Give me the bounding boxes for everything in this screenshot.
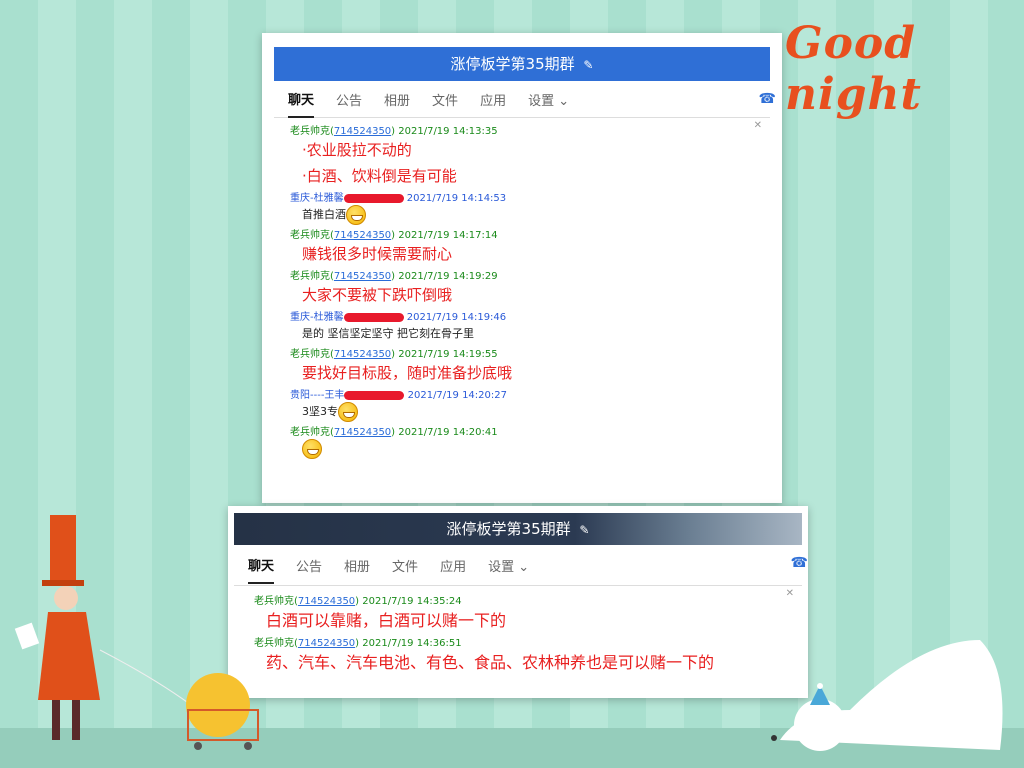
- group-title: 涨停板学第35期群: [450, 55, 575, 73]
- message-text: 大家不要被下跌吓倒哦: [302, 286, 453, 304]
- polar-bear-illustration: [771, 640, 1003, 751]
- edit-icon[interactable]: ✎: [579, 523, 589, 537]
- message-item: 老兵帅克(714524350) 2021/7/19 14:36:51 药、汽车、汽…: [254, 634, 782, 676]
- tab-bar: 聊天 公告 相册 文件 应用 设置 ⌄ ☎: [234, 545, 808, 586]
- sender-qq-link[interactable]: 714524350: [334, 230, 391, 241]
- message-item: 老兵帅克(714524350) 2021/7/19 14:19:55 要找好目标股…: [290, 345, 754, 386]
- tab-bar: 聊天 公告 相册 文件 应用 设置 ⌄ ☎: [274, 81, 776, 118]
- sender-qq-link[interactable]: 714524350: [298, 638, 355, 649]
- message-text: 首推白酒: [290, 204, 754, 226]
- redaction-mark: [343, 312, 404, 322]
- message-header: 老兵帅克(714524350) 2021/7/19 14:13:35: [290, 122, 754, 137]
- message-text: 药、汽车、汽车电池、有色、食品、农林种养也是可以赌一下的: [266, 653, 715, 672]
- message-time: 2021/7/19 14:36:51: [359, 638, 462, 649]
- message-item: 老兵帅克(714524350) 2021/7/19 14:35:24 白酒可以靠赌…: [254, 592, 782, 634]
- message-time: 2021/7/19 14:17:14: [395, 230, 498, 241]
- chat-window-2: 涨停板学第35期群 ✎ 聊天 公告 相册 文件 应用 设置 ⌄ ☎ ✕ 老兵帅克(71452…: [228, 506, 808, 698]
- message-item: 老兵帅克(714524350) 2021/7/19 14:20:41: [290, 423, 754, 460]
- message-time: 2021/7/19 14:19:29: [395, 271, 498, 282]
- message-time: 2021/7/19 14:20:41: [395, 427, 498, 438]
- message-text: [290, 438, 754, 460]
- tab-3[interactable]: 相册: [344, 548, 370, 583]
- sender-name[interactable]: 重庆-杜雅馨: [290, 312, 344, 323]
- message-item: 重庆-杜雅馨 2021/7/19 14:19:46 是的 坚信坚定坚守 把它刻在骨…: [290, 308, 754, 345]
- tab-6[interactable]: 设置 ⌄: [488, 548, 529, 583]
- message-time: 2021/7/19 14:20:27: [404, 390, 507, 401]
- message-item: 老兵帅克(714524350) 2021/7/19 14:17:14 赚钱很多时候…: [290, 226, 754, 267]
- sender-name[interactable]: 贵阳----王丰: [290, 390, 344, 401]
- sender-name[interactable]: 老兵帅克(: [290, 349, 334, 360]
- sender-qq-link[interactable]: 714524350: [334, 427, 391, 438]
- sender-qq-link[interactable]: 714524350: [334, 349, 391, 360]
- tab-5[interactable]: 应用: [440, 548, 466, 583]
- message-item: 重庆-杜雅馨 2021/7/19 14:14:53 首推白酒: [290, 189, 754, 226]
- message-time: 2021/7/19 14:19:46: [403, 312, 507, 323]
- close-icon[interactable]: ✕: [754, 120, 762, 131]
- message-text: ·农业股拉不动的: [302, 141, 412, 159]
- message-text: 白酒可以靠赌，白酒可以赌一下的: [266, 611, 507, 630]
- message-header: 重庆-杜雅馨 2021/7/19 14:14:53: [290, 189, 754, 204]
- sender-name[interactable]: 老兵帅克(: [290, 271, 334, 282]
- phone-icon[interactable]: ☎: [759, 91, 776, 107]
- message-text: 赚钱很多时候需要耐心: [302, 245, 453, 263]
- tab-6[interactable]: 设置 ⌄: [528, 82, 569, 117]
- message-header: 老兵帅克(714524350) 2021/7/19 14:36:51: [254, 634, 782, 649]
- good-night-text: Good night: [785, 18, 922, 120]
- sender-qq-link[interactable]: 714524350: [334, 271, 391, 282]
- message-header: 重庆-杜雅馨 2021/7/19 14:19:46: [290, 308, 754, 323]
- message-item: 贵阳----王丰 2021/7/19 14:20:27 3坚3专: [290, 386, 754, 423]
- message-item: 老兵帅克(714524350) 2021/7/19 14:13:35 ·农业股拉不…: [290, 122, 754, 189]
- close-icon[interactable]: ✕: [786, 588, 794, 599]
- title-bar: 涨停板学第35期群 ✎: [274, 47, 770, 81]
- redaction-mark: [343, 193, 404, 203]
- grin-emoji-icon: [302, 439, 322, 459]
- group-title: 涨停板学第35期群: [446, 520, 571, 538]
- sender-qq-link[interactable]: 714524350: [298, 596, 355, 607]
- message-header: 老兵帅克(714524350) 2021/7/19 14:19:29: [290, 267, 754, 282]
- message-header: 老兵帅克(714524350) 2021/7/19 14:35:24: [254, 592, 782, 607]
- message-text: 要找好目标股，随时准备抄底哦: [302, 364, 513, 382]
- redaction-mark: [344, 390, 405, 400]
- sender-qq-link[interactable]: 714524350: [334, 126, 391, 137]
- message-text: 3坚3专: [290, 401, 754, 423]
- message-text: 是的 坚信坚定坚守 把它刻在骨子里: [302, 327, 474, 340]
- tab-5[interactable]: 应用: [480, 82, 506, 117]
- title-bar: 涨停板学第35期群 ✎: [234, 513, 802, 545]
- edit-icon[interactable]: ✎: [583, 58, 593, 72]
- message-time: 2021/7/19 14:19:55: [395, 349, 498, 360]
- message-list: ✕ 老兵帅克(714524350) 2021/7/19 14:35:24 白酒可以…: [234, 586, 802, 698]
- sender-name[interactable]: 老兵帅克(: [290, 427, 334, 438]
- message-list: ✕ 老兵帅克(714524350) 2021/7/19 14:13:35 ·农业股…: [274, 118, 770, 498]
- tab-3[interactable]: 相册: [384, 82, 410, 117]
- boy-with-cart-illustration: [14, 515, 259, 750]
- message-header: 老兵帅克(714524350) 2021/7/19 14:20:41: [290, 423, 754, 438]
- message-header: 老兵帅克(714524350) 2021/7/19 14:19:55: [290, 345, 754, 360]
- tab-2[interactable]: 公告: [336, 82, 362, 117]
- sender-name[interactable]: 老兵帅克(: [290, 126, 334, 137]
- tab-4[interactable]: 文件: [432, 82, 458, 117]
- message-time: 2021/7/19 14:35:24: [359, 596, 462, 607]
- message-text: ·白酒、饮料倒是有可能: [302, 167, 457, 185]
- message-header: 贵阳----王丰 2021/7/19 14:20:27: [290, 386, 754, 401]
- tab-4[interactable]: 文件: [392, 548, 418, 583]
- message-header: 老兵帅克(714524350) 2021/7/19 14:17:14: [290, 226, 754, 241]
- sender-name[interactable]: 老兵帅克(: [290, 230, 334, 241]
- grin-emoji-icon: [346, 205, 366, 225]
- message-time: 2021/7/19 14:13:35: [395, 126, 498, 137]
- sender-name[interactable]: 重庆-杜雅馨: [290, 193, 344, 204]
- tab-1[interactable]: 聊天: [288, 81, 315, 118]
- grin-emoji-icon: [338, 402, 358, 422]
- tab-2[interactable]: 公告: [296, 548, 322, 583]
- chat-window-1: 涨停板学第35期群 ✎ 聊天 公告 相册 文件 应用 设置 ⌄ ☎ ✕ 老兵帅克(71452…: [262, 33, 782, 503]
- message-item: 老兵帅克(714524350) 2021/7/19 14:19:29 大家不要被下…: [290, 267, 754, 308]
- phone-icon[interactable]: ☎: [791, 555, 808, 571]
- message-time: 2021/7/19 14:14:53: [403, 193, 507, 204]
